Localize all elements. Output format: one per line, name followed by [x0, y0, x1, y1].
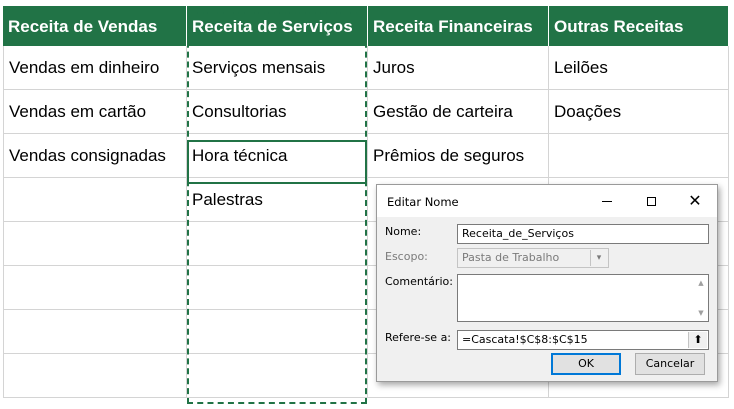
chevron-down-icon: ▾ [590, 250, 607, 266]
header-receita-vendas[interactable]: Receita de Vendas [3, 6, 187, 46]
cell[interactable]: Hora técnica [187, 134, 368, 178]
cell[interactable] [3, 222, 187, 266]
comment-textarea[interactable]: ▲ ▼ [457, 274, 709, 322]
dialog-title: Editar Nome [387, 195, 459, 209]
cell[interactable]: Serviços mensais [187, 46, 368, 90]
cell[interactable] [549, 134, 729, 178]
scroll-up-icon[interactable]: ▲ [694, 277, 708, 289]
dialog-titlebar[interactable]: Editar Nome ✕ [377, 185, 717, 217]
refers-to-field[interactable]: =Cascata!$C$8:$C$15 ⬆ [457, 330, 709, 350]
header-receita-servicos[interactable]: Receita de Serviços [187, 6, 368, 46]
cell[interactable] [187, 222, 368, 266]
cell[interactable] [187, 354, 368, 398]
edit-name-dialog: Editar Nome ✕ Nome: Receita_de_Serviços … [376, 184, 718, 382]
cell[interactable] [3, 310, 187, 354]
scroll-down-icon[interactable]: ▼ [694, 307, 708, 319]
cell[interactable]: Gestão de carteira [368, 90, 549, 134]
minimize-icon[interactable] [585, 185, 629, 217]
cell[interactable] [3, 178, 187, 222]
ok-button[interactable]: OK [551, 353, 621, 375]
cell[interactable] [187, 310, 368, 354]
cell[interactable]: Doações [549, 90, 729, 134]
close-icon[interactable]: ✕ [673, 185, 717, 217]
cell[interactable] [3, 354, 187, 398]
cell[interactable]: Prêmios de seguros [368, 134, 549, 178]
cell[interactable]: Palestras [187, 178, 368, 222]
refers-to-value: =Cascata!$C$8:$C$15 [462, 333, 588, 346]
cell[interactable] [187, 266, 368, 310]
header-receita-financeiras[interactable]: Receita Financeiras [368, 6, 549, 46]
scope-value: Pasta de Trabalho [462, 251, 560, 264]
cell[interactable] [3, 266, 187, 310]
comment-label: Comentário: [385, 275, 453, 288]
name-field-value: Receita_de_Serviços [462, 227, 574, 240]
cell[interactable]: Vendas em cartão [3, 90, 187, 134]
cell[interactable]: Vendas consignadas [3, 134, 187, 178]
cell[interactable]: Juros [368, 46, 549, 90]
cancel-button[interactable]: Cancelar [635, 353, 705, 375]
cell[interactable]: Consultorias [187, 90, 368, 134]
cell[interactable]: Vendas em dinheiro [3, 46, 187, 90]
scope-label: Escopo: [385, 250, 428, 263]
name-field[interactable]: Receita_de_Serviços [457, 224, 709, 244]
refers-to-label: Refere-se a: [385, 331, 452, 344]
comment-scrollbar[interactable]: ▲ ▼ [694, 275, 708, 321]
collapse-dialog-icon[interactable]: ⬆ [688, 332, 707, 348]
name-label: Nome: [385, 225, 422, 238]
header-outras-receitas[interactable]: Outras Receitas [549, 6, 729, 46]
scope-select: Pasta de Trabalho ▾ [457, 248, 609, 268]
cell[interactable]: Leilões [549, 46, 729, 90]
maximize-icon[interactable] [629, 185, 673, 217]
